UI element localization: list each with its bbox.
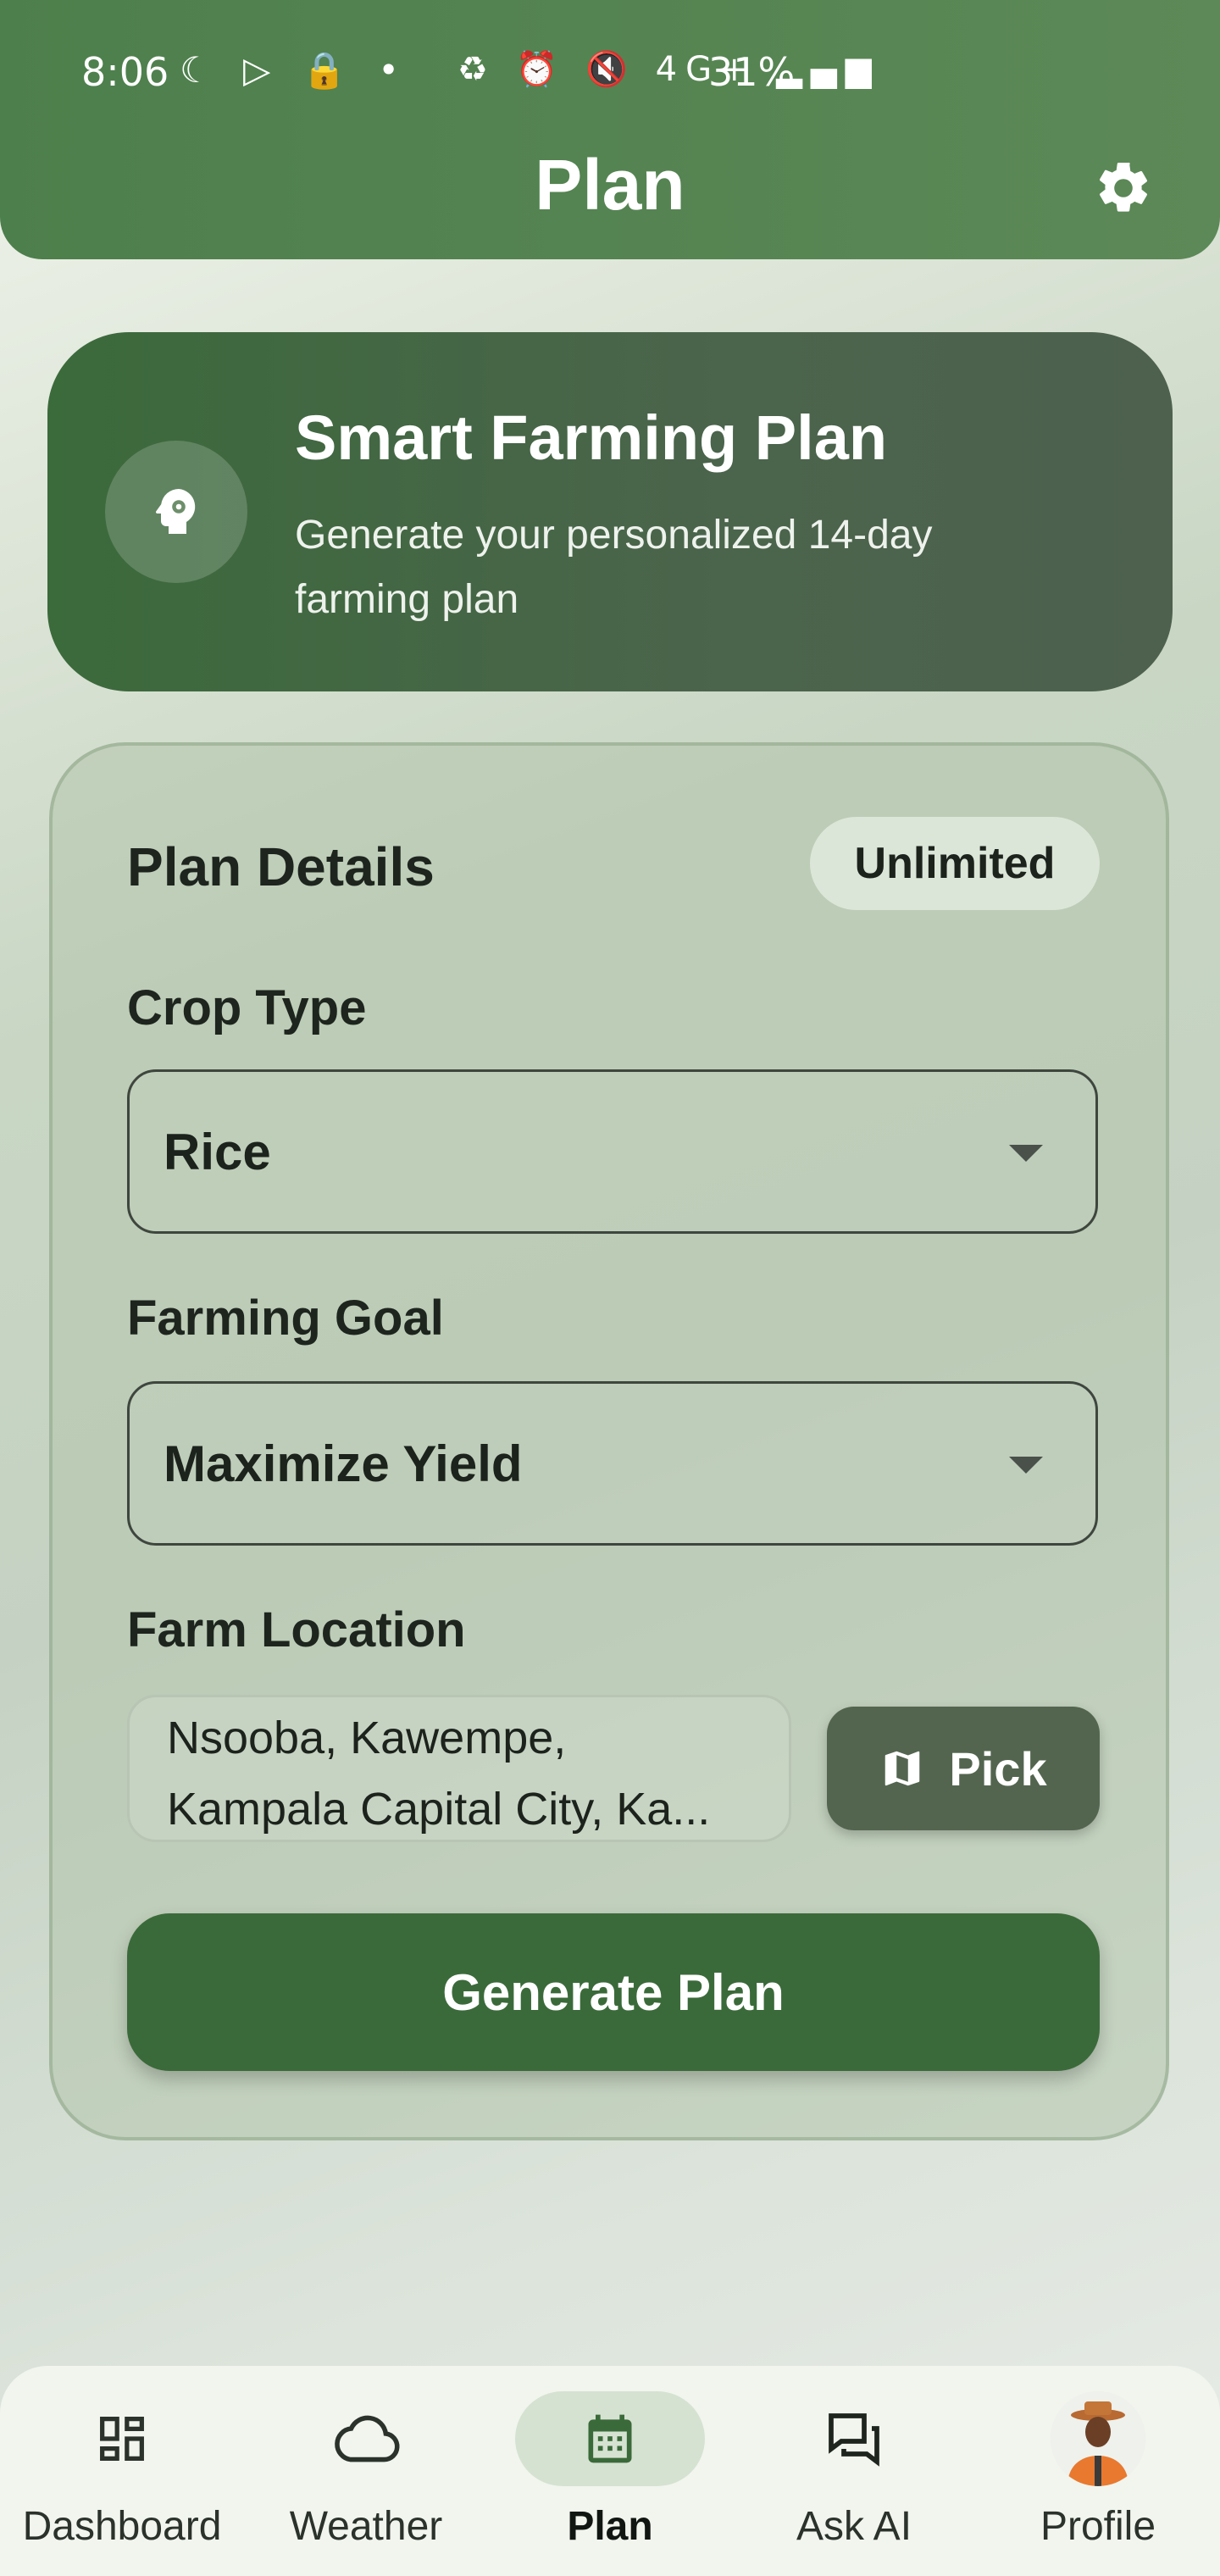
smart-farming-hero-card: Smart Farming Plan Generate your persona… bbox=[47, 332, 1173, 691]
cloud-icon bbox=[335, 2415, 400, 2462]
farm-location-label: Farm Location bbox=[127, 1602, 466, 1657]
crop-type-value: Rice bbox=[164, 1123, 271, 1180]
settings-button[interactable] bbox=[1093, 158, 1154, 219]
nav-item-ask-ai[interactable]: Ask AI bbox=[732, 2366, 976, 2576]
chevron-down-icon bbox=[1009, 1457, 1043, 1474]
location-line-2: Kampala Capital City, Ka... bbox=[167, 1784, 711, 1835]
page-title: Plan bbox=[535, 145, 685, 225]
calendar-icon bbox=[588, 2414, 632, 2463]
battery-level: 31% bbox=[708, 49, 796, 95]
nav-label-plan: Plan bbox=[567, 2504, 653, 2549]
pick-label: Pick bbox=[949, 1741, 1047, 1796]
hero-icon-badge bbox=[105, 441, 247, 583]
map-icon bbox=[885, 1751, 920, 1786]
status-time: 8:06 bbox=[81, 49, 169, 95]
brain-gear-icon bbox=[155, 489, 196, 534]
hero-title: Smart Farming Plan bbox=[295, 402, 888, 473]
farm-location-field[interactable]: Nsooba, Kawempe, Kampala Capital City, K… bbox=[127, 1695, 791, 1842]
avatar bbox=[1051, 2391, 1145, 2486]
app-bar: 8:06 ☾ ▷ 🔒 • ♻ ⏰ 🔇 4G+ ▂▄▆ 31% Plan bbox=[0, 0, 1220, 259]
nav-item-weather[interactable]: Weather bbox=[244, 2366, 488, 2576]
bottom-navigation: Dashboard Weather Plan Ask AI Profile bbox=[0, 2366, 1220, 2576]
generate-plan-button[interactable]: Generate Plan bbox=[127, 1913, 1100, 2071]
nav-item-dashboard[interactable]: Dashboard bbox=[0, 2366, 244, 2576]
nav-item-profile[interactable]: Profile bbox=[976, 2366, 1220, 2576]
farming-goal-label: Farming Goal bbox=[127, 1291, 444, 1346]
dashboard-icon bbox=[100, 2417, 144, 2461]
crop-type-label: Crop Type bbox=[127, 980, 367, 1035]
nav-label-weather: Weather bbox=[289, 2504, 443, 2549]
chat-icon bbox=[829, 2413, 879, 2467]
chevron-down-icon bbox=[1009, 1145, 1043, 1162]
plan-details-card: Plan Details Unlimited Crop Type Rice Fa… bbox=[49, 742, 1169, 2140]
pick-location-button[interactable]: Pick bbox=[827, 1707, 1100, 1830]
crop-type-dropdown[interactable]: Rice bbox=[127, 1069, 1098, 1234]
nav-label-dashboard: Dashboard bbox=[22, 2504, 222, 2549]
nav-label-ask-ai: Ask AI bbox=[796, 2504, 912, 2549]
section-title: Plan Details bbox=[127, 836, 435, 897]
status-right-icons: ♻ ⏰ 🔇 4G+ ▂▄▆ bbox=[458, 50, 880, 89]
nav-item-plan[interactable]: Plan bbox=[488, 2366, 732, 2576]
gear-icon bbox=[1099, 162, 1148, 212]
farming-goal-dropdown[interactable]: Maximize Yield bbox=[127, 1381, 1098, 1546]
status-left-icons: ☾ ▷ 🔒 • bbox=[180, 49, 410, 91]
usage-badge: Unlimited bbox=[810, 817, 1100, 910]
nav-label-profile: Profile bbox=[1040, 2504, 1156, 2549]
farming-goal-value: Maximize Yield bbox=[164, 1435, 523, 1492]
location-line-1: Nsooba, Kawempe, bbox=[167, 1713, 567, 1763]
hero-subtitle: Generate your personalized 14-day farmin… bbox=[295, 513, 933, 622]
